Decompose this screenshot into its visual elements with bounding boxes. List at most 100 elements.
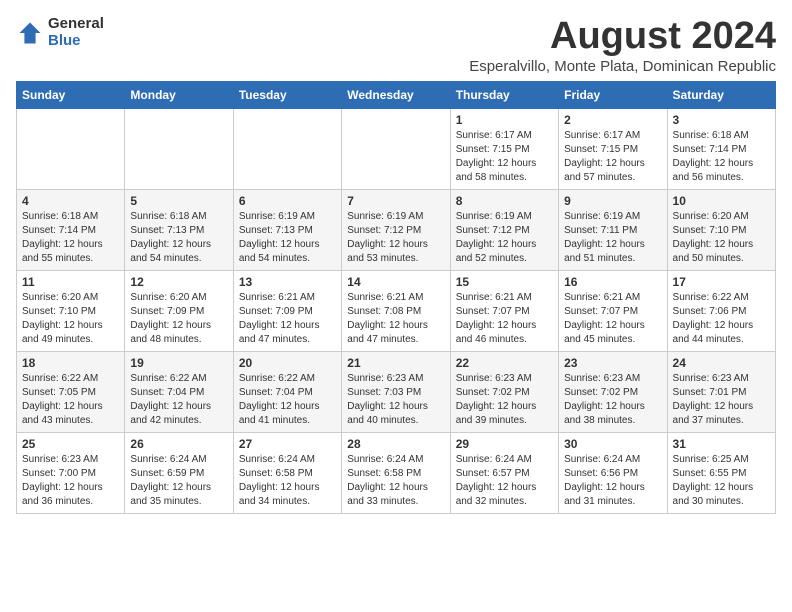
calendar-cell: 15Sunrise: 6:21 AMSunset: 7:07 PMDayligh…	[450, 270, 558, 351]
calendar-cell: 10Sunrise: 6:20 AMSunset: 7:10 PMDayligh…	[667, 189, 775, 270]
day-info: Sunrise: 6:21 AMSunset: 7:09 PMDaylight:…	[239, 291, 336, 347]
day-info: Sunrise: 6:20 AMSunset: 7:10 PMDaylight:…	[673, 210, 770, 266]
day-number: 14	[347, 275, 444, 289]
calendar-cell	[233, 108, 341, 189]
day-number: 25	[22, 437, 119, 451]
calendar-cell: 18Sunrise: 6:22 AMSunset: 7:05 PMDayligh…	[17, 351, 125, 432]
day-number: 30	[564, 437, 661, 451]
calendar-cell	[342, 108, 450, 189]
calendar-cell: 1 Sunrise: 6:17 AMSunset: 7:15 PMDaylight…	[450, 108, 558, 189]
day-number: 11	[22, 275, 119, 289]
day-info: Sunrise: 6:17 AMSunset: 7:15 PMDaylight:…	[564, 129, 661, 185]
calendar-cell: 27 Sunrise: 6:24 AMSunset: 6:58 PMDayligh…	[233, 432, 341, 513]
calendar-cell: 23Sunrise: 6:23 AMSunset: 7:02 PMDayligh…	[559, 351, 667, 432]
calendar-cell: 5Sunrise: 6:18 AMSunset: 7:13 PMDaylight…	[125, 189, 233, 270]
month-title: August 2024	[469, 16, 776, 58]
day-info: Sunrise: 6:24 AMSunset: 6:59 PMDaylight:…	[130, 453, 227, 509]
day-info: Sunrise: 6:19 AMSunset: 7:12 PMDaylight:…	[347, 210, 444, 266]
calendar-cell: 16 Sunrise: 6:21 AMSunset: 7:07 PMDayligh…	[559, 270, 667, 351]
weekday-header-wednesday: Wednesday	[342, 81, 450, 108]
day-info: Sunrise: 6:24 AMSunset: 6:57 PMDaylight:…	[456, 453, 553, 509]
logo-icon	[16, 19, 44, 47]
day-info: Sunrise: 6:23 AMSunset: 7:00 PMDaylight:…	[22, 453, 119, 509]
day-number: 16	[564, 275, 661, 289]
calendar-cell: 6 Sunrise: 6:19 AMSunset: 7:13 PMDaylight…	[233, 189, 341, 270]
calendar-cell	[125, 108, 233, 189]
calendar-cell: 7 Sunrise: 6:19 AMSunset: 7:12 PMDaylight…	[342, 189, 450, 270]
calendar-cell: 20Sunrise: 6:22 AMSunset: 7:04 PMDayligh…	[233, 351, 341, 432]
page-header: General Blue August 2024 Esperalvillo, M…	[16, 16, 776, 75]
weekday-header-thursday: Thursday	[450, 81, 558, 108]
day-info: Sunrise: 6:20 AMSunset: 7:10 PMDaylight:…	[22, 291, 119, 347]
calendar-cell: 21 Sunrise: 6:23 AMSunset: 7:03 PMDayligh…	[342, 351, 450, 432]
calendar-cell: 22Sunrise: 6:23 AMSunset: 7:02 PMDayligh…	[450, 351, 558, 432]
day-info: Sunrise: 6:23 AMSunset: 7:01 PMDaylight:…	[673, 372, 770, 428]
calendar-cell: 26 Sunrise: 6:24 AMSunset: 6:59 PMDayligh…	[125, 432, 233, 513]
calendar-cell: 12 Sunrise: 6:20 AMSunset: 7:09 PMDayligh…	[125, 270, 233, 351]
calendar-cell: 24 Sunrise: 6:23 AMSunset: 7:01 PMDayligh…	[667, 351, 775, 432]
logo-text: General Blue	[48, 16, 104, 49]
weekday-header-row: SundayMondayTuesdayWednesdayThursdayFrid…	[17, 81, 776, 108]
calendar-week-row: 11 Sunrise: 6:20 AMSunset: 7:10 PMDayligh…	[17, 270, 776, 351]
calendar-body: 1 Sunrise: 6:17 AMSunset: 7:15 PMDaylight…	[17, 108, 776, 513]
calendar-cell: 17 Sunrise: 6:22 AMSunset: 7:06 PMDayligh…	[667, 270, 775, 351]
day-number: 1	[456, 113, 553, 127]
calendar-cell: 3Sunrise: 6:18 AMSunset: 7:14 PMDaylight…	[667, 108, 775, 189]
day-number: 2	[564, 113, 661, 127]
day-number: 6	[239, 194, 336, 208]
weekday-header-sunday: Sunday	[17, 81, 125, 108]
calendar-cell: 4 Sunrise: 6:18 AMSunset: 7:14 PMDaylight…	[17, 189, 125, 270]
calendar-cell: 2 Sunrise: 6:17 AMSunset: 7:15 PMDaylight…	[559, 108, 667, 189]
day-number: 9	[564, 194, 661, 208]
day-info: Sunrise: 6:23 AMSunset: 7:03 PMDaylight:…	[347, 372, 444, 428]
calendar-week-row: 1 Sunrise: 6:17 AMSunset: 7:15 PMDaylight…	[17, 108, 776, 189]
calendar-cell: 9 Sunrise: 6:19 AMSunset: 7:11 PMDaylight…	[559, 189, 667, 270]
day-info: Sunrise: 6:18 AMSunset: 7:14 PMDaylight:…	[673, 129, 770, 185]
day-info: Sunrise: 6:22 AMSunset: 7:05 PMDaylight:…	[22, 372, 119, 428]
day-number: 23	[564, 356, 661, 370]
day-number: 21	[347, 356, 444, 370]
day-info: Sunrise: 6:24 AMSunset: 6:58 PMDaylight:…	[347, 453, 444, 509]
day-info: Sunrise: 6:21 AMSunset: 7:08 PMDaylight:…	[347, 291, 444, 347]
title-area: August 2024 Esperalvillo, Monte Plata, D…	[469, 16, 776, 75]
day-info: Sunrise: 6:18 AMSunset: 7:14 PMDaylight:…	[22, 210, 119, 266]
weekday-header-saturday: Saturday	[667, 81, 775, 108]
calendar-cell	[17, 108, 125, 189]
calendar-cell: 19 Sunrise: 6:22 AMSunset: 7:04 PMDayligh…	[125, 351, 233, 432]
day-number: 17	[673, 275, 770, 289]
calendar-week-row: 4 Sunrise: 6:18 AMSunset: 7:14 PMDaylight…	[17, 189, 776, 270]
logo-blue-text: Blue	[48, 33, 104, 50]
day-info: Sunrise: 6:22 AMSunset: 7:06 PMDaylight:…	[673, 291, 770, 347]
day-info: Sunrise: 6:24 AMSunset: 6:58 PMDaylight:…	[239, 453, 336, 509]
calendar-cell: 30Sunrise: 6:24 AMSunset: 6:56 PMDayligh…	[559, 432, 667, 513]
calendar-week-row: 25 Sunrise: 6:23 AMSunset: 7:00 PMDayligh…	[17, 432, 776, 513]
logo: General Blue	[16, 16, 104, 49]
calendar-table: SundayMondayTuesdayWednesdayThursdayFrid…	[16, 81, 776, 514]
logo-general-text: General	[48, 16, 104, 33]
calendar-cell: 25 Sunrise: 6:23 AMSunset: 7:00 PMDayligh…	[17, 432, 125, 513]
day-info: Sunrise: 6:21 AMSunset: 7:07 PMDaylight:…	[564, 291, 661, 347]
day-info: Sunrise: 6:19 AMSunset: 7:13 PMDaylight:…	[239, 210, 336, 266]
day-number: 24	[673, 356, 770, 370]
calendar-cell: 13Sunrise: 6:21 AMSunset: 7:09 PMDayligh…	[233, 270, 341, 351]
day-number: 4	[22, 194, 119, 208]
day-number: 8	[456, 194, 553, 208]
day-number: 26	[130, 437, 227, 451]
weekday-header-tuesday: Tuesday	[233, 81, 341, 108]
day-number: 27	[239, 437, 336, 451]
day-number: 29	[456, 437, 553, 451]
day-info: Sunrise: 6:19 AMSunset: 7:11 PMDaylight:…	[564, 210, 661, 266]
calendar-cell: 8Sunrise: 6:19 AMSunset: 7:12 PMDaylight…	[450, 189, 558, 270]
day-number: 12	[130, 275, 227, 289]
day-info: Sunrise: 6:17 AMSunset: 7:15 PMDaylight:…	[456, 129, 553, 185]
day-number: 19	[130, 356, 227, 370]
day-number: 31	[673, 437, 770, 451]
weekday-header-friday: Friday	[559, 81, 667, 108]
day-info: Sunrise: 6:20 AMSunset: 7:09 PMDaylight:…	[130, 291, 227, 347]
day-info: Sunrise: 6:22 AMSunset: 7:04 PMDaylight:…	[130, 372, 227, 428]
location-subtitle: Esperalvillo, Monte Plata, Dominican Rep…	[469, 58, 776, 75]
calendar-cell: 29 Sunrise: 6:24 AMSunset: 6:57 PMDayligh…	[450, 432, 558, 513]
day-info: Sunrise: 6:23 AMSunset: 7:02 PMDaylight:…	[456, 372, 553, 428]
calendar-cell: 28Sunrise: 6:24 AMSunset: 6:58 PMDayligh…	[342, 432, 450, 513]
day-number: 7	[347, 194, 444, 208]
